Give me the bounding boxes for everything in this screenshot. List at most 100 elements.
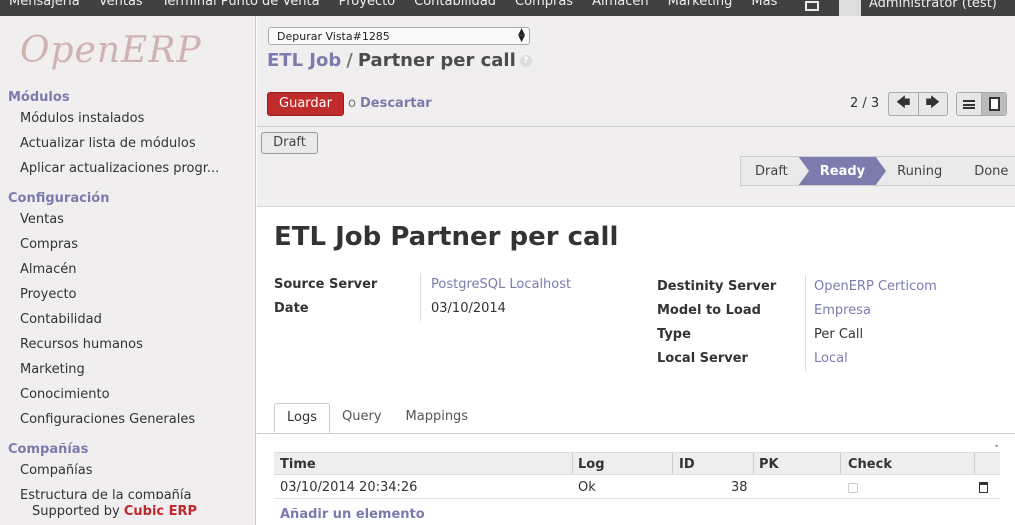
column-header-time[interactable]: Time [280,457,316,472]
sidebar-item-proyecto[interactable]: Proyecto [20,287,77,302]
label-type: Type [657,327,691,342]
sidebar-item-almacen[interactable]: Almacén [20,262,77,277]
save-button[interactable]: Guardar [267,92,344,116]
field-separator [805,275,806,371]
trash-icon[interactable] [979,482,988,493]
supported-by-brand[interactable]: Cubic ERP [124,504,197,519]
sidebar-item-recursos-humanos[interactable]: Recursos humanos [20,337,143,352]
tabs-divider [257,433,1015,434]
or-text: o [348,96,356,111]
help-icon[interactable]: ? [519,55,532,67]
supported-by-text: Supported by [32,504,120,519]
user-menu[interactable]: Administrator (test) [869,0,997,11]
debug-view-select[interactable]: Depurar Vista#1285 ▲ ▼ [268,27,530,45]
logo[interactable]: OpenERP [20,30,202,71]
table-header: Time Log ID PK Check [274,452,1000,475]
tab-query[interactable]: Query [330,403,394,433]
supported-by-footer: Supported by Cubic ERP [0,499,255,525]
previous-record-button[interactable]: 🡄 [889,93,919,115]
draft-button[interactable]: Draft [261,132,318,154]
column-header-id[interactable]: ID [679,457,695,472]
top-menu-item[interactable]: Terminal Punto de Venta [162,0,320,9]
column-divider [672,453,673,474]
sidebar-item-conocimiento[interactable]: Conocimiento [20,387,110,402]
sidebar-item-apply-updates[interactable]: Aplicar actualizaciones progr... [20,161,219,176]
form-sheet: ETL Job Partner per call Source Server P… [257,206,1015,525]
sidebar: OpenERP Módulos Módulos instalados Actua… [0,16,256,525]
status-bar: Draft Ready Runing Done [740,156,1015,186]
avatar[interactable] [839,0,861,16]
breadcrumb: ETL Job / Partner per call? [267,50,532,71]
sidebar-item-marketing[interactable]: Marketing [20,362,85,377]
discard-link[interactable]: Descartar [360,96,432,111]
status-arrow [875,156,887,186]
status-step-ready: Ready [797,156,887,186]
sidebar-item-update-modules[interactable]: Actualizar lista de módulos [20,136,196,151]
label-model-to-load: Model to Load [657,303,761,318]
status-arrow [797,156,809,186]
add-item-link[interactable]: Añadir un elemento [280,507,425,522]
list-view-icon [963,99,975,109]
column-divider [840,453,841,474]
top-menu-item[interactable]: Marketing [668,0,733,9]
mail-icon[interactable] [805,1,819,11]
field-local-server[interactable]: Local [814,351,848,366]
field-model-to-load[interactable]: Empresa [814,303,871,318]
status-step-draft: Draft [740,156,809,186]
pager-counter[interactable]: 2 / 3 [850,96,879,111]
top-menu-item[interactable]: Compras [515,0,573,9]
sidebar-section-companias: Compañías [8,442,89,457]
tab-logs[interactable]: Logs [274,403,330,433]
cell-check-checkbox[interactable] [848,483,858,493]
field-separator [420,273,421,321]
table-options-icon[interactable]: • [994,442,999,451]
sidebar-item-companias[interactable]: Compañías [20,463,93,478]
sidebar-item-installed-modules[interactable]: Módulos instalados [20,111,144,126]
sidebar-item-contabilidad[interactable]: Contabilidad [20,312,102,327]
form-view-button[interactable] [982,93,1006,115]
label-local-server: Local Server [657,351,748,366]
sidebar-section-modulos: Módulos [8,90,70,105]
top-right-area: Administrator (test) [805,0,997,16]
breadcrumb-current: Partner per call [357,50,516,71]
tab-mappings[interactable]: Mappings [394,403,481,433]
list-view-button[interactable] [957,93,982,115]
status-step-runing: Runing [875,156,964,186]
breadcrumb-parent[interactable]: ETL Job [267,50,341,71]
field-destinity-server[interactable]: OpenERP Certicom [814,279,937,294]
cell-time: 03/10/2014 20:34:26 [280,480,418,495]
toolbar-divider [257,126,1015,127]
top-menu-item[interactable]: Proyecto [339,0,396,9]
status-arrow [952,156,964,186]
column-header-pk[interactable]: PK [759,457,779,472]
table-row[interactable]: 03/10/2014 20:34:26 Ok 38 [274,475,1000,499]
debug-view-value: Depurar Vista#1285 [277,30,390,43]
top-menu-bar: Mensajería Ventas Terminal Punto de Vent… [0,0,1015,16]
top-menu-item[interactable]: Almacén [592,0,649,9]
notebook-tabs: Logs Query Mappings [274,403,480,433]
pager-nav: 🡄 🡆 [888,92,948,116]
top-menu-item[interactable]: Más [751,0,777,9]
top-menu-item[interactable]: Contabilidad [414,0,496,9]
sidebar-section-configuracion: Configuración [8,191,110,206]
cell-log: Ok [578,480,596,495]
field-type[interactable]: Per Call [814,327,863,342]
top-menu-item[interactable]: Ventas [99,0,143,9]
next-record-button[interactable]: 🡆 [919,93,948,115]
main-content: Depurar Vista#1285 ▲ ▼ ETL Job / Partner pe… [257,16,1015,525]
top-menu-item[interactable]: Mensajería [9,0,80,9]
column-header-log[interactable]: Log [578,457,605,472]
top-menu: Mensajería Ventas Terminal Punto de Vent… [0,0,787,9]
form-view-icon [988,97,1000,111]
select-arrows-icon: ▲ ▼ [518,27,525,44]
arrow-right-icon: 🡆 [925,95,940,111]
arrow-left-icon: 🡄 [896,95,911,111]
column-divider [572,453,573,474]
field-source-server[interactable]: PostgreSQL Localhost [431,277,571,292]
field-date[interactable]: 03/10/2014 [431,301,506,316]
column-header-check[interactable]: Check [848,457,892,472]
sidebar-item-compras[interactable]: Compras [20,237,78,252]
cell-id: 38 [731,480,748,495]
sidebar-item-configuraciones-generales[interactable]: Configuraciones Generales [20,412,195,427]
sidebar-item-ventas[interactable]: Ventas [20,212,64,227]
